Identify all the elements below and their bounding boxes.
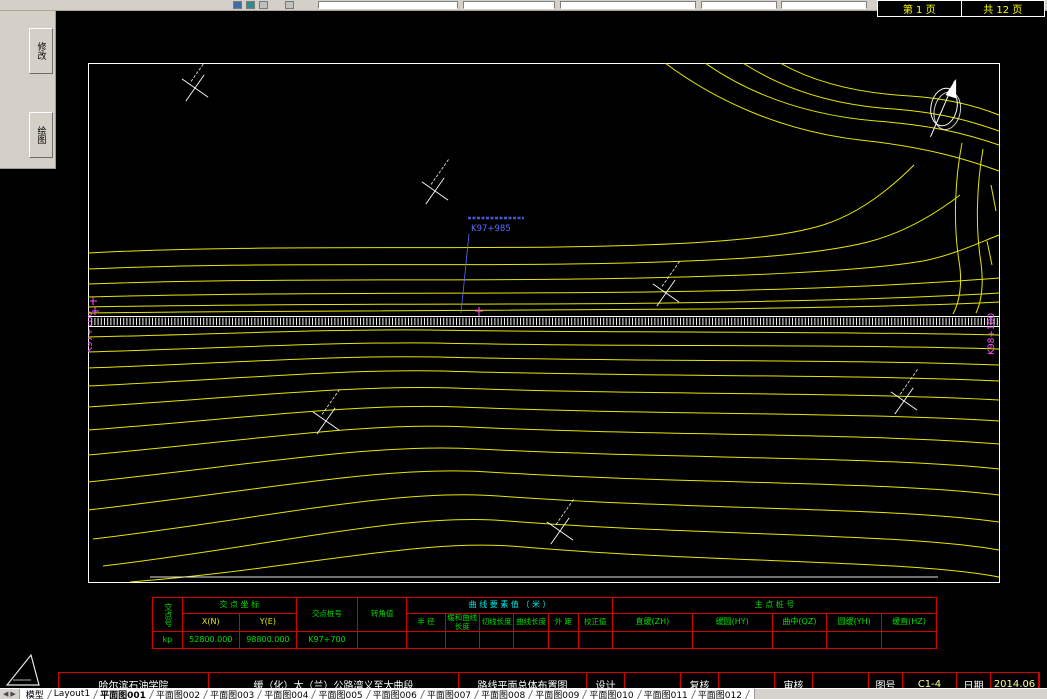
table-subheader: 缓直(HZ) (881, 613, 937, 632)
table-cell (771, 631, 828, 649)
table-subheader: 缓和曲线长度 (444, 613, 480, 632)
page-label: 第 1 页 (902, 5, 936, 16)
tab-scroll-right-icon[interactable]: ▶ (10, 690, 15, 698)
plan-sheet: K97+700 K98+100 K97+985 (88, 63, 1000, 583)
table-cell (513, 631, 549, 649)
table-subheader: X(N) (181, 613, 240, 632)
tab-plan-010[interactable]: 平面图010 (587, 689, 641, 699)
table-subheader: 缓圆(HY) (691, 613, 773, 632)
toolbar-combo-layer[interactable] (318, 1, 458, 9)
tab-scroll-left-icon[interactable]: ◀ (3, 690, 8, 698)
table-subheader: 曲中(QZ) (771, 613, 828, 632)
table-cell (406, 631, 446, 649)
table-header-angle: 转角值 (356, 597, 408, 632)
table-header-point-no: 交点号 (152, 597, 183, 632)
survey-marker (312, 388, 341, 435)
tab-plan-008[interactable]: 平面图008 (479, 689, 533, 699)
cad-app-window: 第 1 页 共 12 页 修改 绘图 K97+700 K98+100 K97+9… (0, 0, 1047, 699)
table-cell: 52800.000 (181, 631, 240, 649)
tab-plan-006[interactable]: 平面图006 (371, 689, 425, 699)
table-cell (547, 631, 579, 649)
tab-layout1[interactable]: Layout1 (52, 689, 98, 699)
table-header-curve-elements: 曲 线 要 素 值 （ 米 ） (406, 597, 613, 614)
draw-toolbar-button[interactable]: 绘图 (29, 112, 53, 158)
survey-marker (181, 63, 210, 102)
road-alignment (88, 316, 999, 327)
tab-plan-011[interactable]: 平面图011 (642, 689, 696, 699)
leader-label: K97+985 (471, 224, 511, 234)
table-cell (478, 631, 515, 649)
toolbar-icon[interactable] (233, 1, 242, 9)
toolbar-icon[interactable] (285, 1, 294, 9)
toolbar-icon[interactable] (259, 1, 268, 9)
table-subheader: 直缓(ZH) (611, 613, 693, 632)
station-label-right: K98+100 (987, 313, 997, 355)
tab-plan-012[interactable]: 平面图012 (696, 689, 750, 699)
tab-plan-005[interactable]: 平面图005 (316, 689, 370, 699)
curve-elements-table: 交点号 交 点 坐 标 交点桩号 转角值 曲 线 要 素 值 （ 米 ） 主 点… (152, 597, 938, 649)
contour-lines (88, 63, 1000, 583)
tab-model[interactable]: 模型 (24, 689, 52, 699)
table-header-main-points: 主 点 桩 号 (611, 597, 938, 614)
table-subheader: 半 径 (406, 613, 446, 632)
left-toolbar: 修改 绘图 (0, 10, 56, 169)
table-cell: kp (152, 631, 183, 649)
table-cell (826, 631, 883, 649)
toolbar-combo-plotstyle[interactable] (781, 1, 867, 9)
page-number-stamp: 第 1 页 共 12 页 (877, 0, 1045, 17)
toolbar-combo-linetype[interactable] (560, 1, 696, 9)
table-cell (611, 631, 693, 649)
drawing-canvas[interactable]: 修改 绘图 K97+700 K98+100 K97+985 交点号 交 点 坐 … (0, 10, 1047, 696)
table-cell (444, 631, 480, 649)
tab-plan-001[interactable]: 平面图001 (98, 689, 154, 699)
table-cell (577, 631, 613, 649)
tab-plan-003[interactable]: 平面图003 (208, 689, 262, 699)
toolbar-icon[interactable] (246, 1, 255, 9)
tab-plan-002[interactable]: 平面图002 (154, 689, 208, 699)
table-header-station: 交点桩号 (295, 597, 358, 632)
ucs-paperspace-icon (5, 653, 40, 686)
table-cell (691, 631, 773, 649)
layout-tab-bar: ◀ ▶ 模型 Layout1 平面图001 平面图002 平面图003 平面图0… (0, 688, 1047, 699)
tab-plan-009[interactable]: 平面图009 (533, 689, 587, 699)
toolbar-combo-lineweight[interactable] (701, 1, 777, 9)
table-subheader: 切线长度 (478, 613, 515, 632)
survey-marker (421, 158, 450, 205)
table-subheader: 外 距 (547, 613, 579, 632)
tab-plan-007[interactable]: 平面图007 (425, 689, 479, 699)
table-subheader: Y(E) (238, 613, 297, 632)
north-arrow-icon (930, 78, 962, 138)
table-cell (356, 631, 408, 649)
tab-plan-004[interactable]: 平面图004 (262, 689, 316, 699)
toolbar-combo-color[interactable] (463, 1, 555, 9)
table-subheader: 曲线长度 (513, 613, 549, 632)
table-cell: K97+700 (295, 631, 358, 649)
layout-tabs: 模型 Layout1 平面图001 平面图002 平面图003 平面图004 平… (18, 689, 755, 699)
table-cell (881, 631, 937, 649)
table-subheader: 圆缓(YH) (826, 613, 883, 632)
table-subheader: 校正值 (577, 613, 613, 632)
page-total-label: 共 12 页 (960, 1, 1045, 16)
table-cell: 98800.000 (238, 631, 297, 649)
survey-marker (652, 260, 681, 307)
station-label-left: K97+700 (88, 311, 95, 353)
leader-annotation: K97+985 (460, 216, 524, 314)
survey-marker (890, 368, 919, 415)
modify-toolbar-button[interactable]: 修改 (29, 28, 53, 74)
table-header-coords: 交 点 坐 标 (181, 597, 297, 614)
